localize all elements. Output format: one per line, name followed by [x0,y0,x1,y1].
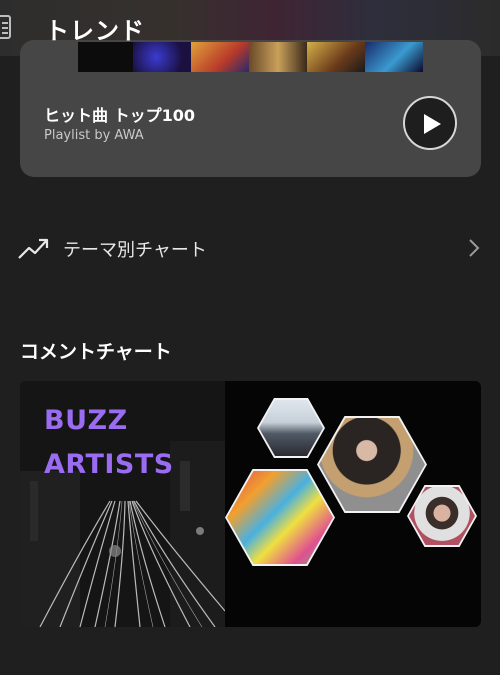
play-button[interactable] [403,96,457,150]
artist-photo-band [227,471,333,564]
theme-chart-row[interactable]: テーマ別チャート [0,222,500,274]
banner-title-line1: BUZZ [44,405,128,436]
chevron-right-icon [469,239,480,257]
artist-photo-guitarist [319,418,425,511]
playlist-artwork-strip [78,42,423,72]
artwork-tile [191,42,249,72]
artwork-tile [249,42,307,72]
playlist-subtitle: Playlist by AWA [44,128,144,143]
banner-street-photo: BUZZ ARTISTS [20,381,225,627]
artwork-tile [133,42,191,72]
play-icon [424,114,441,134]
banner-title-line2: ARTISTS [44,449,174,480]
artwork-tile [307,42,365,72]
buzz-artists-banner[interactable]: BUZZ ARTISTS [20,381,481,627]
menu-icon[interactable] [0,14,12,40]
section-title-comment-chart: コメントチャート [20,341,172,363]
playlist-title: ヒット曲 トップ100 [44,106,195,125]
artwork-tile [365,42,423,72]
theme-chart-label: テーマ別チャート [63,240,207,261]
page-title: トレンド [45,17,145,45]
trending-up-icon [18,238,49,259]
